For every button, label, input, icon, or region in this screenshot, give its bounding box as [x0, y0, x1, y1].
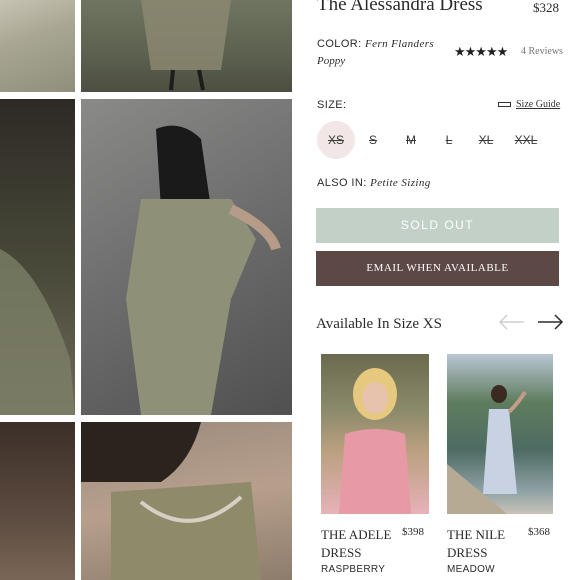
product-photo-6[interactable] — [81, 422, 292, 580]
ruler-icon — [498, 102, 511, 107]
product-gallery — [0, 0, 295, 580]
size-option-xs[interactable]: XS — [317, 121, 355, 159]
size-option-m[interactable]: M — [400, 121, 422, 159]
size-option-l[interactable]: L — [438, 121, 460, 159]
color-label: COLOR: — [317, 38, 362, 50]
arrow-right-icon[interactable] — [536, 311, 564, 333]
product-card-color: MEADOW — [447, 564, 495, 575]
color-row: COLOR: Fern Flanders — [317, 38, 434, 50]
product-card-color: RASPBERRY — [321, 564, 386, 575]
email-when-available-button[interactable]: EMAIL WHEN AVAILABLE — [316, 251, 559, 286]
product-card-name[interactable]: THE NILE DRESS — [447, 526, 527, 562]
size-guide-label: Size Guide — [516, 99, 561, 110]
sold-out-button[interactable]: SOLD OUT — [316, 208, 559, 243]
product-card-name[interactable]: THE ADELE DRESS — [321, 526, 401, 562]
size-selector: XS S M L XL XXL — [315, 121, 560, 159]
size-option-xl[interactable]: XL — [474, 121, 498, 159]
size-label: SIZE: — [317, 99, 347, 111]
product-card-image[interactable] — [321, 354, 429, 514]
also-in-row: ALSO IN: Petite Sizing — [317, 177, 431, 189]
product-card-price: $398 — [402, 526, 424, 538]
product-price: $328 — [533, 0, 559, 15]
product-photo-5[interactable] — [0, 422, 75, 580]
arrow-left-icon[interactable] — [498, 311, 526, 333]
size-option-s[interactable]: S — [362, 121, 384, 159]
star-icon: ★★★★★ — [454, 44, 508, 59]
product-card-image[interactable] — [447, 354, 553, 514]
product-photo-3[interactable] — [0, 99, 75, 415]
product-photo-2[interactable] — [81, 0, 292, 92]
color-value-continued: Poppy — [317, 55, 346, 67]
also-in-link[interactable]: Petite Sizing — [370, 177, 431, 189]
rating-stars[interactable]: ★★★★★ — [454, 44, 508, 60]
size-guide-link[interactable]: Size Guide — [498, 99, 560, 110]
reviews-link[interactable]: 4 Reviews — [521, 46, 563, 57]
also-in-label: ALSO IN: — [317, 177, 367, 189]
product-title: The Alessandra Dress — [317, 0, 483, 15]
product-card-price: $368 — [528, 526, 550, 538]
color-value: Fern Flanders — [365, 38, 435, 50]
size-option-xxl[interactable]: XXL — [511, 121, 541, 159]
available-section-title: Available In Size XS — [316, 316, 442, 332]
product-photo-4[interactable] — [81, 99, 292, 415]
product-photo-1[interactable] — [0, 0, 75, 92]
